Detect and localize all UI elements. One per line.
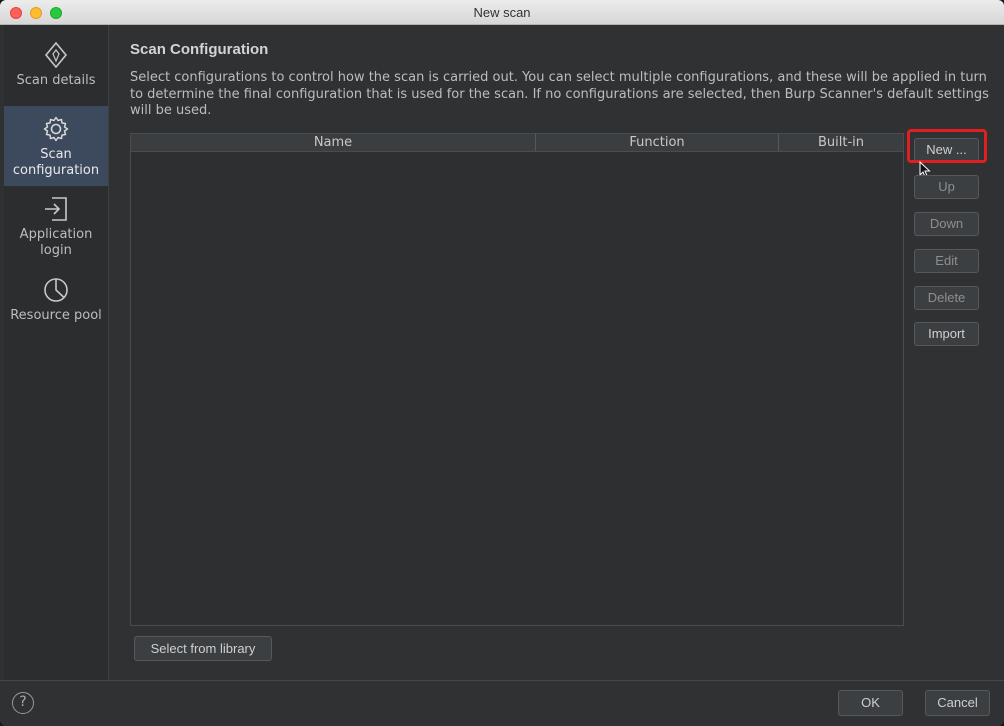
configurations-table[interactable]: Name Function Built-in — [130, 133, 904, 626]
column-header-built-in[interactable]: Built-in — [779, 134, 903, 151]
down-button[interactable]: Down — [914, 212, 979, 236]
column-header-function[interactable]: Function — [536, 134, 779, 151]
sidebar-item-label: Resource pool — [10, 308, 102, 323]
sidebar-item-scan-details[interactable]: Scan details — [4, 41, 108, 97]
title-bar: New scan — [0, 0, 1004, 25]
page-title: Scan Configuration — [130, 41, 269, 58]
login-icon — [45, 197, 67, 221]
window-title: New scan — [473, 5, 531, 20]
pie-chart-icon — [44, 278, 68, 302]
new-scan-window: New scan Scan details Scan configuration… — [0, 0, 1004, 726]
scan-details-icon — [44, 41, 68, 69]
select-from-library-button[interactable]: Select from library — [134, 636, 272, 661]
help-icon[interactable]: ? — [12, 692, 34, 714]
column-header-name[interactable]: Name — [131, 134, 536, 151]
dialog-footer: ? OK Cancel — [0, 680, 1004, 726]
import-button[interactable]: Import — [914, 322, 979, 346]
table-header: Name Function Built-in — [131, 134, 903, 152]
up-button[interactable]: Up — [914, 175, 979, 199]
sidebar-item-application-login[interactable]: Application login — [4, 195, 108, 261]
sidebar-item-scan-configuration[interactable]: Scan configuration — [4, 106, 108, 186]
page-description: Select configurations to control how the… — [130, 70, 989, 118]
sidebar-item-label: Scan details — [16, 73, 96, 88]
sidebar-item-label: Scan configuration — [12, 147, 100, 178]
cancel-button[interactable]: Cancel — [925, 690, 990, 716]
sidebar-item-resource-pool[interactable]: Resource pool — [4, 276, 108, 342]
gear-icon — [43, 116, 69, 142]
delete-button[interactable]: Delete — [914, 286, 979, 310]
highlight-box — [907, 129, 987, 163]
sidebar: Scan details Scan configuration Applicat… — [4, 25, 109, 680]
ok-button[interactable]: OK — [838, 690, 903, 716]
sidebar-item-label: Application login — [19, 227, 93, 258]
edit-button[interactable]: Edit — [914, 249, 979, 273]
